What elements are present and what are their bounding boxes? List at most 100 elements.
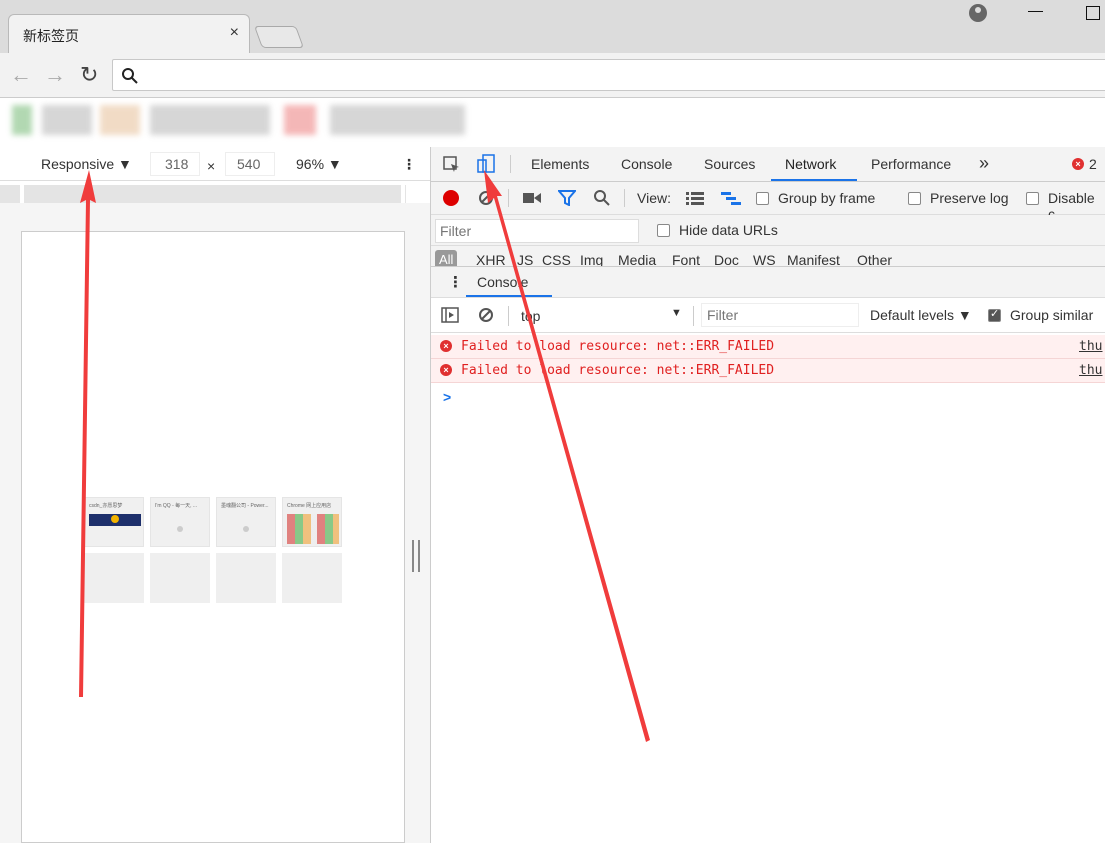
tab-console[interactable]: Console (621, 156, 672, 172)
search-icon[interactable] (593, 189, 611, 207)
context-select[interactable]: top (521, 308, 540, 324)
type-other[interactable]: Other (857, 252, 892, 266)
forward-icon[interactable]: → (44, 62, 66, 88)
width-value: 318 (165, 156, 189, 172)
type-doc[interactable]: Doc (714, 252, 739, 266)
tab-title: 新标签页 (23, 28, 79, 44)
type-img[interactable]: Img (580, 252, 603, 266)
empty-tile (150, 553, 210, 603)
tile-label: Chrome 网上应用店 (287, 503, 332, 509)
error-icon: × (440, 364, 452, 376)
video-camera-icon[interactable] (523, 191, 541, 205)
bookmark-item (100, 105, 140, 135)
type-css[interactable]: CSS (542, 252, 571, 266)
preserve-log-label: Preserve log (930, 190, 1009, 206)
media-query-bar (0, 185, 406, 203)
zoom-select[interactable]: 96% ▼ (296, 156, 342, 172)
group-by-frame-checkbox[interactable] (756, 192, 769, 205)
device-toolbar: Responsive ▼ 318 × 540 96% ▼ ⋮ (0, 147, 430, 181)
new-tab-button[interactable] (253, 26, 305, 48)
clear-console-icon[interactable] (478, 307, 494, 323)
maximize-icon[interactable] (1086, 6, 1100, 20)
type-font[interactable]: Font (672, 252, 700, 266)
view-label: View: (637, 190, 671, 206)
type-manifest[interactable]: Manifest (787, 252, 840, 266)
close-icon[interactable]: × (230, 24, 239, 42)
tab-elements[interactable]: Elements (531, 156, 589, 172)
most-visited-tile[interactable]: 墨魂翻公司 - Power... (216, 497, 276, 547)
bookmark-item (42, 105, 92, 135)
waterfall-view-icon[interactable] (721, 191, 741, 205)
tab-strip: 新标签页 × (0, 0, 1105, 53)
clear-icon[interactable] (478, 190, 494, 206)
tile-label: I'm QQ - 每一天, ... (155, 503, 198, 509)
message-source-link[interactable]: thu (1079, 339, 1102, 354)
bookmark-favicon (12, 105, 32, 135)
omnibox[interactable] (112, 59, 1105, 91)
type-js[interactable]: JS (517, 252, 533, 266)
type-xhr[interactable]: XHR (476, 252, 506, 266)
zoom-label: 96% (296, 156, 325, 172)
console-toolbar: top ▼ Default levels ▼ Group similar (431, 298, 1105, 333)
more-tabs-icon[interactable]: » (979, 153, 989, 174)
message-text: Failed to load resource: net::ERR_FAILED (461, 363, 775, 378)
separator (510, 155, 511, 173)
tab-performance[interactable]: Performance (871, 156, 951, 172)
disable-cache-checkbox[interactable] (1026, 192, 1039, 205)
message-source-link[interactable]: thu (1079, 363, 1102, 378)
tab-network[interactable]: Network (785, 156, 836, 172)
reload-icon[interactable]: ↻ (80, 62, 98, 88)
most-visited-tile[interactable]: csdn_亦愿思梦 (84, 497, 144, 547)
bookmark-item (330, 105, 465, 135)
drawer-menu-icon[interactable]: ⋮ (448, 273, 463, 291)
hide-data-urls-checkbox[interactable] (657, 224, 670, 237)
minimize-icon[interactable] (1028, 11, 1043, 12)
devtools-panel: Elements Console Sources Network Perform… (430, 147, 1105, 843)
more-options-icon[interactable]: ⋮ (402, 156, 416, 173)
tile-label: 墨魂翻公司 - Power... (221, 503, 269, 509)
console-drawer-header: ⋮ Console (431, 266, 1105, 298)
resource-type-filters: All XHR JS CSS Img Media Font Doc WS Man… (431, 246, 1105, 266)
list-view-icon[interactable] (686, 191, 704, 205)
back-icon[interactable]: ← (10, 62, 32, 88)
browser-tab[interactable]: 新标签页 × (8, 14, 250, 53)
preserve-log-checkbox[interactable] (908, 192, 921, 205)
most-visited-tile[interactable]: I'm QQ - 每一天, ... (150, 497, 210, 547)
hide-data-urls-label: Hide data URLs (679, 222, 778, 238)
error-count[interactable]: 2 (1089, 156, 1097, 172)
empty-tile (84, 553, 144, 603)
sidebar-toggle-icon[interactable] (441, 307, 459, 323)
console-error-message: × Failed to load resource: net::ERR_FAIL… (431, 359, 1105, 383)
type-media[interactable]: Media (618, 252, 656, 266)
console-filter-input[interactable] (701, 303, 859, 327)
group-similar-checkbox[interactable] (988, 307, 1001, 322)
active-tab-indicator (771, 179, 857, 181)
tile-preview-dot (111, 515, 119, 523)
console-prompt[interactable]: > (443, 389, 451, 405)
inspect-element-icon[interactable] (443, 156, 461, 174)
device-select[interactable]: Responsive ▼ (41, 156, 132, 172)
bookmark-item (150, 105, 270, 135)
most-visited-tile[interactable]: Chrome 网上应用店 (282, 497, 342, 547)
navigation-bar: ← → ↻ (0, 53, 1105, 98)
device-label: Responsive (41, 156, 115, 172)
chevron-down-icon[interactable]: ▼ (671, 307, 682, 319)
drawer-tab-console[interactable]: Console (477, 274, 528, 290)
separator (508, 189, 509, 207)
type-ws[interactable]: WS (753, 252, 776, 266)
group-similar-label: Group similar (1010, 307, 1094, 323)
tile-preview (287, 514, 339, 544)
separator (624, 189, 625, 207)
network-filter-input[interactable] (435, 219, 639, 243)
log-levels-select[interactable]: Default levels ▼ (870, 307, 972, 323)
separator (693, 306, 694, 326)
filter-icon[interactable] (558, 190, 576, 206)
type-all[interactable]: All (435, 250, 458, 266)
empty-tile (282, 553, 342, 603)
error-icon[interactable]: × (1072, 158, 1084, 170)
record-button[interactable] (443, 190, 459, 206)
device-toolbar-icon[interactable] (476, 154, 496, 174)
viewport-resize-handle[interactable] (412, 540, 420, 572)
tab-sources[interactable]: Sources (704, 156, 755, 172)
user-icon[interactable] (969, 4, 987, 22)
